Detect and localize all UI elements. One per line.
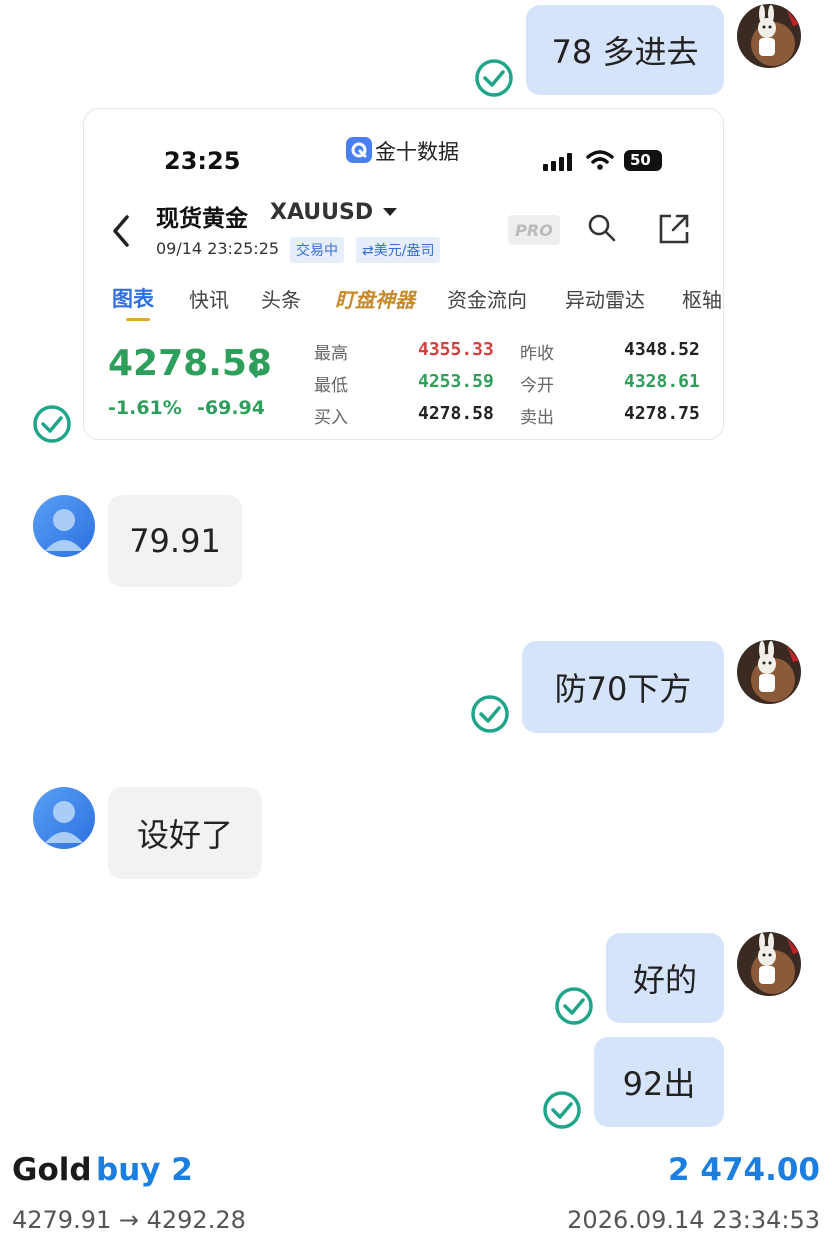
trade-profit: 2 474.00 [668,1152,820,1188]
stat-sell-label: 卖出 [520,408,554,428]
tab-radar[interactable]: 异动雷达 [565,284,645,313]
message-bubble-outgoing[interactable]: 78 多进去 [526,5,724,95]
pro-button[interactable]: PRO [508,215,560,245]
read-check-icon [555,987,593,1025]
embedded-screenshot[interactable]: 23:25 金十数据 50 现货黄金 XAUUSD 09/14 23:25:25… [83,108,724,440]
read-check-icon [475,59,513,97]
stat-open-value: 4328.61 [624,371,700,392]
message-bubble-incoming[interactable]: 79.91 [108,495,242,587]
instrument-title: 现货黄金 [156,206,248,232]
stat-low-value: 4253.59 [418,371,494,392]
read-check-icon [33,405,71,443]
change-absolute: -69.94 [197,397,265,419]
message-text: 92出 [622,1065,696,1103]
contact-avatar[interactable] [33,787,95,849]
message-text: 好的 [632,961,697,999]
message-bubble-outgoing[interactable]: 好的 [606,933,724,1023]
change-percent: -1.61% [108,397,182,419]
unit-badge[interactable]: ⇄美元/盎司 [356,237,441,263]
stat-low-label: 最低 [314,376,348,396]
back-chevron-icon[interactable] [110,213,132,249]
tab-pivot[interactable]: 枢轴 [682,284,722,313]
pro-label: PRO [515,220,553,240]
battery-level: 50 [630,151,651,169]
active-tab-indicator [126,318,150,321]
message-text: 79.91 [129,522,221,560]
user-avatar[interactable] [737,932,801,996]
message-bubble-incoming[interactable]: 设好了 [108,787,262,879]
share-icon[interactable] [658,213,690,245]
stat-buy-value: 4278.58 [418,403,494,424]
message-bubble-outgoing[interactable]: 防70下方 [522,641,724,733]
app-logo-icon [346,137,372,163]
user-avatar[interactable] [737,640,801,704]
stat-high-value: 4355.33 [418,339,494,360]
instrument-symbol[interactable]: XAUUSD [270,200,373,225]
contact-avatar[interactable] [33,495,95,557]
tab-monitor[interactable]: 盯盘神器 [335,284,415,313]
signal-icon [543,153,572,171]
wifi-icon [586,150,614,170]
trade-asset: Gold [12,1152,92,1188]
dropdown-caret-icon[interactable] [382,207,398,217]
stat-sell-value: 4278.75 [624,403,700,424]
stat-prev-value: 4348.52 [624,339,700,360]
status-time: 23:25 [164,147,241,175]
message-text: 设好了 [136,816,233,854]
tab-fund-flow[interactable]: 资金流向 [447,284,527,313]
tab-chart[interactable]: 图表 [112,283,154,313]
search-icon[interactable] [587,213,617,243]
trading-status-badge: 交易中 [290,237,344,263]
message-text: 78 多进去 [551,33,699,71]
trade-action: buy 2 [96,1152,193,1188]
stat-buy-label: 买入 [314,408,348,428]
tab-flash[interactable]: 快讯 [189,284,229,313]
read-check-icon [471,695,509,733]
down-arrow-icon [248,359,264,379]
app-name: 金十数据 [375,140,459,164]
stat-prev-label: 昨收 [520,344,554,364]
quote-datetime: 09/14 23:25:25 [156,239,280,258]
message-bubble-outgoing[interactable]: 92出 [594,1037,724,1127]
battery-icon: 50 [624,150,662,171]
read-check-icon [543,1091,581,1129]
user-avatar[interactable] [737,4,801,68]
stat-high-label: 最高 [314,344,348,364]
trade-timestamp: 2026.09.14 23:34:53 [567,1206,820,1234]
message-text: 防70下方 [554,670,692,708]
stat-open-label: 今开 [520,376,554,396]
tab-headlines[interactable]: 头条 [261,284,301,313]
trade-price-range: 4279.91 → 4292.28 [12,1206,246,1234]
